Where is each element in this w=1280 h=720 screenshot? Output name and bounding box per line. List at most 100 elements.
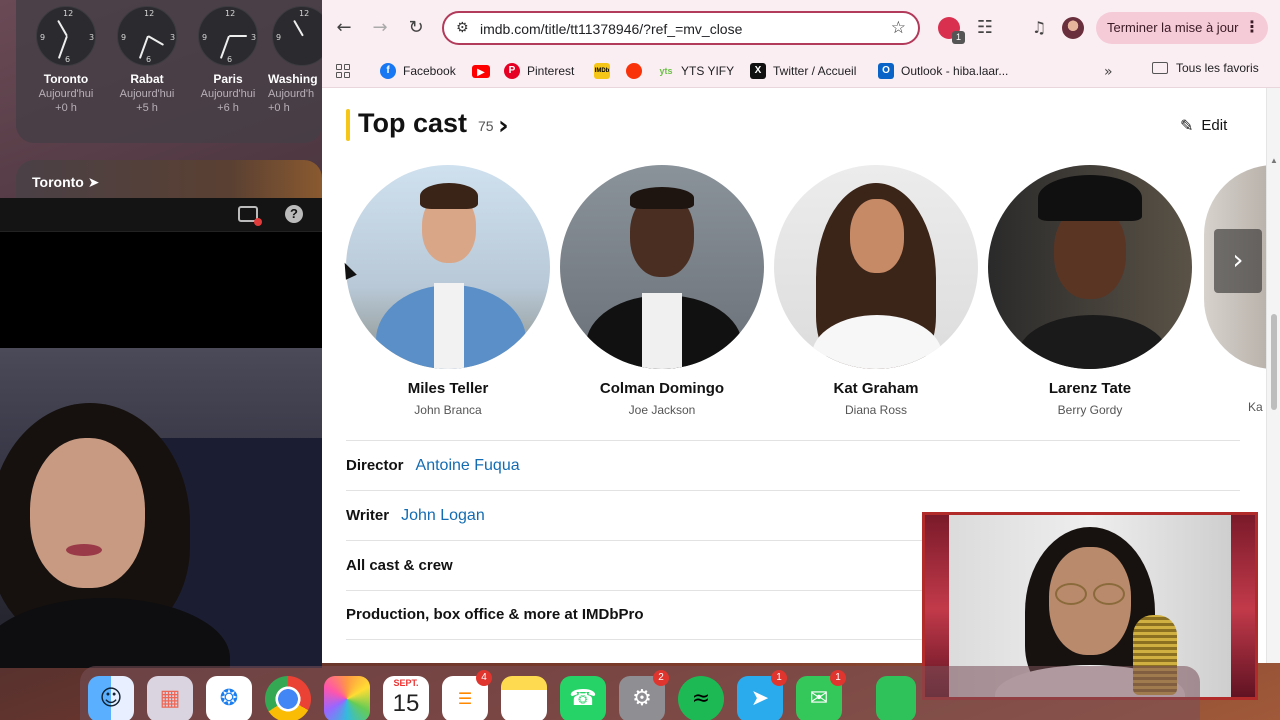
facebook-icon: f: [380, 63, 396, 79]
cast-name[interactable]: Kat Graham: [774, 380, 978, 397]
weather-location: Toronto ➤: [32, 174, 100, 190]
bookmark-facebook[interactable]: f Facebook: [380, 60, 456, 82]
bookmark-label: Pinterest: [527, 64, 575, 78]
back-icon[interactable]: ←: [330, 14, 358, 42]
cast-name[interactable]: Larenz Tate: [988, 380, 1192, 397]
cast-member[interactable]: Kat Graham Diana Ross: [774, 165, 978, 417]
cast-role: Berry Gordy: [1057, 403, 1123, 417]
profile-avatar[interactable]: [1062, 17, 1084, 39]
url-text[interactable]: imdb.com/title/tt11378946/?ref_=mv_close: [480, 21, 742, 37]
director-label: Director: [346, 457, 404, 474]
director-link[interactable]: Antoine Fuqua: [416, 457, 520, 475]
carousel-next-button[interactable]: ›: [1214, 229, 1262, 293]
calendar-day: 15: [392, 690, 420, 717]
all-bookmarks-folder[interactable]: Tous les favoris: [1152, 61, 1259, 75]
webcam-lips: [66, 544, 102, 556]
chrome-icon[interactable]: [265, 676, 311, 720]
bookmark-star-icon[interactable]: ☆: [891, 18, 906, 38]
notes-icon[interactable]: [501, 676, 547, 720]
bookmark-twitter[interactable]: X Twitter / Accueil: [750, 60, 856, 82]
bookmark-outlook[interactable]: O Outlook - hiba.laar...: [878, 60, 1008, 82]
forward-icon[interactable]: →: [366, 14, 394, 42]
clock-day: Aujourd'h: [268, 88, 315, 100]
cast-role-partial: Ka: [1248, 400, 1263, 414]
cast-name[interactable]: Colman Domingo: [560, 380, 764, 397]
messages-icon[interactable]: ✉ 1: [796, 670, 846, 720]
photos-icon[interactable]: [324, 676, 370, 720]
divider: [346, 440, 1240, 441]
chevron-right-icon[interactable]: ›: [498, 111, 509, 141]
extension-icon[interactable]: 1: [938, 17, 965, 44]
world-clock-widget[interactable]: 12 3 6 9 Toronto Aujourd'hui +0 h 12 3 6 9 Rab…: [16, 0, 322, 143]
clock-washington: 12 9 Washing Aujourd'h +0 h: [268, 6, 322, 114]
edit-button[interactable]: ✎ Edit: [1180, 116, 1227, 135]
page-scrollbar[interactable]: ▲: [1266, 88, 1280, 663]
cast-name[interactable]: Miles Teller: [346, 380, 550, 397]
bookmark-tomato[interactable]: [626, 60, 649, 82]
all-cast-crew-link[interactable]: All cast & crew: [346, 557, 453, 574]
cast-member[interactable]: Colman Domingo Joe Jackson: [560, 165, 764, 417]
screen-record-icon[interactable]: [238, 206, 262, 226]
youtube-icon: ▶: [472, 64, 490, 78]
telegram-icon[interactable]: ➤ 1: [737, 670, 787, 720]
clock-face-icon: 12 3 6 9: [198, 6, 258, 66]
reload-icon[interactable]: ↻: [402, 14, 430, 42]
bookmark-pinterest[interactable]: P Pinterest: [504, 60, 574, 82]
cast-photo[interactable]: [988, 165, 1192, 369]
browser-toolbar: ← → ↻ ⚙ imdb.com/title/tt11378946/?ref_=…: [322, 0, 1280, 56]
finder-icon[interactable]: ☺: [88, 676, 134, 720]
yts-icon: yts: [659, 66, 673, 76]
update-button-label: Terminer la mise à jour: [1107, 20, 1239, 35]
messages-badge: 1: [830, 670, 846, 686]
webcam-feed-left: [0, 348, 322, 668]
extensions-puzzle-icon[interactable]: ☷: [974, 17, 996, 39]
cast-count: 75: [478, 118, 494, 134]
bookmark-label: Tous les favoris: [1176, 61, 1259, 75]
settings-icon[interactable]: ⚙ 2: [619, 670, 669, 720]
clock-day: Aujourd'hui: [200, 88, 256, 100]
scrollbar-thumb[interactable]: [1271, 314, 1277, 410]
bookmark-youtube[interactable]: ▶: [472, 60, 497, 82]
section-title[interactable]: Top cast: [358, 108, 467, 139]
writer-link[interactable]: John Logan: [401, 507, 485, 525]
scroll-up-icon[interactable]: ▲: [1270, 156, 1278, 165]
menu-dots-icon[interactable]: ⋮: [1244, 12, 1260, 44]
clock-city: Washing: [268, 72, 318, 86]
whatsapp-icon[interactable]: ☎: [560, 676, 606, 720]
folder-icon: [1152, 62, 1168, 74]
section-accent-bar: [346, 109, 350, 141]
glasses-icon: [1053, 583, 1129, 605]
weather-widget[interactable]: Toronto ➤: [16, 160, 322, 200]
clock-offset: +6 h: [217, 102, 239, 114]
facetime-icon[interactable]: [876, 676, 916, 720]
settings-badge: 2: [653, 670, 669, 686]
cast-member[interactable]: Miles Teller John Branca: [346, 165, 550, 417]
calendar-icon[interactable]: SEPT. 15: [383, 676, 429, 720]
more-bookmarks-icon[interactable]: »: [1104, 64, 1113, 80]
clock-day: Aujourd'hui: [119, 88, 175, 100]
pencil-icon: ✎: [1180, 116, 1194, 135]
cast-photo[interactable]: [346, 165, 550, 369]
spotify-icon[interactable]: ≈: [678, 676, 724, 720]
imdbpro-link[interactable]: Production, box office & more at IMDbPro: [346, 606, 644, 623]
writer-row: Writer John Logan: [346, 507, 485, 525]
clock-offset: +0 h: [55, 102, 77, 114]
reminders-icon[interactable]: ☰ 4: [442, 670, 492, 720]
bookmark-yts[interactable]: yts YTS YIFY: [658, 60, 734, 82]
finish-update-button[interactable]: Terminer la mise à jour ⋮: [1096, 12, 1268, 44]
cast-photo[interactable]: [774, 165, 978, 369]
recorder-toolbar: ?: [0, 198, 322, 232]
address-bar[interactable]: ⚙ imdb.com/title/tt11378946/?ref_=mv_clo…: [442, 11, 920, 45]
cast-member[interactable]: Larenz Tate Berry Gordy: [988, 165, 1192, 417]
clock-city: Paris: [213, 72, 243, 86]
safari-icon[interactable]: ❂: [206, 676, 252, 720]
site-settings-icon[interactable]: ⚙: [456, 20, 469, 36]
help-icon[interactable]: ?: [285, 205, 303, 223]
launchpad-icon[interactable]: ▦: [147, 676, 193, 720]
bookmark-imdb[interactable]: IMDb: [594, 60, 617, 82]
extension-badge: 1: [952, 31, 965, 44]
clock-offset: +5 h: [136, 102, 158, 114]
cast-photo[interactable]: [560, 165, 764, 369]
apps-grid-icon[interactable]: [336, 64, 350, 78]
media-control-icon[interactable]: ♫: [1028, 17, 1050, 39]
